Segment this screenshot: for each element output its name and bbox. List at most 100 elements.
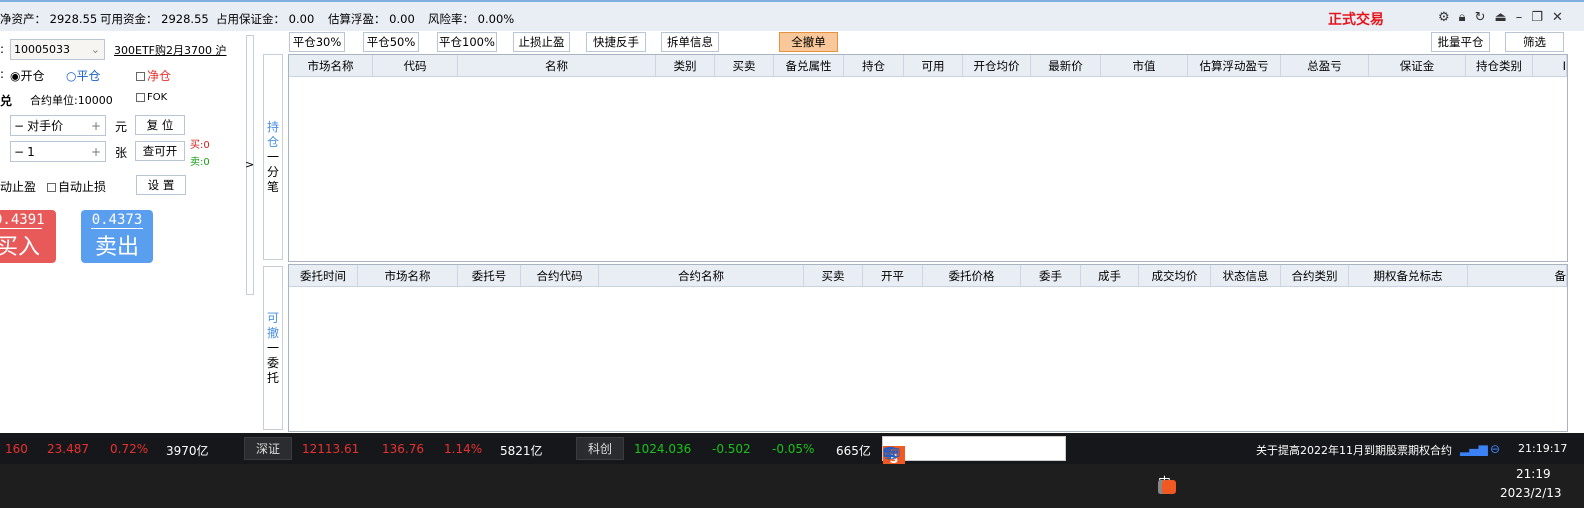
column-header[interactable]: 类别 [656,55,715,76]
system-tray: 中 [1158,474,1176,494]
sh-volume: 3970亿 [166,444,209,458]
column-header[interactable]: 买卖 [715,55,774,76]
split-info-button[interactable]: 拆单信息 [661,32,719,52]
auto-take-profit-checkbox[interactable]: 自动止盈 [0,178,36,195]
settings-button[interactable]: 设 置 [136,175,186,195]
column-header[interactable]: 成交均价 [1139,265,1211,286]
column-header[interactable]: 市值 [1101,55,1188,76]
column-header[interactable]: 市场名称 [358,265,458,286]
news-marquee[interactable]: 关于提高2022年11月到期股票期权合约 [1256,442,1452,458]
sz-percent: 1.14% [444,442,483,456]
kc-percent: -0.05% [772,442,815,456]
clock-time[interactable]: 21:19 [1516,467,1551,481]
close-radio[interactable]: ○平仓 [66,67,101,84]
trading-mode: 正式交易 [1328,12,1384,28]
kc-points: 1024.036 [634,442,692,456]
column-header[interactable]: 代码 [373,55,458,76]
lock-icon[interactable]: 🔒︎ [1459,10,1466,25]
close-icon[interactable]: ✕ [1552,10,1563,25]
column-header[interactable]: 市场名称 [289,55,373,76]
column-header[interactable]: 委手 [1021,265,1081,286]
risk-rate: 风险率： 0.00% [428,12,515,26]
sogou-tray-icon[interactable] [1162,480,1176,494]
contract-code-select[interactable]: 10005033 ⌄ [10,39,105,60]
batch-close-button[interactable]: 批量平仓 [1431,32,1490,52]
column-header[interactable]: 合约代码 [521,265,599,286]
quick-reverse-button[interactable]: 快捷反手 [586,32,646,52]
open-radio[interactable]: ◉开仓 [10,67,45,84]
close-100-button[interactable]: 平仓100% [437,32,497,52]
close-30-button[interactable]: 平仓30% [289,32,345,52]
quantity-stepper[interactable]: −1 + [10,141,106,162]
query-openable-button[interactable]: 查可开 [135,141,185,161]
column-header[interactable]: 可用 [904,55,963,76]
column-header[interactable]: 持仓 [844,55,904,76]
order-panel: : 10005033 ⌄ 300ETF购2月3700 沪 : ◉开仓 ○平仓 净仓… [0,31,245,433]
column-header[interactable]: 备 [1468,265,1567,286]
buy-button[interactable]: 0.4391 买入 [0,210,56,263]
column-header[interactable]: 估算浮动盈亏 [1188,55,1281,76]
gear-icon[interactable]: ⚙ [1438,10,1450,25]
column-header[interactable]: 合约名称 [599,265,804,286]
sh-percent: 0.72% [110,442,149,456]
column-header[interactable]: 期权备兑标志 [1349,265,1468,286]
positions-header: 市场名称 代码 名称 类别 买卖 备兑属性 持仓 可用 开仓均价 最新价 市值 估算浮动盈亏 总盈亏 保证… [289,55,1567,77]
wrench-icon[interactable]: 🔧︎ [883,446,898,460]
kc-change: -0.502 [712,442,751,456]
tab-cancellable-orders[interactable]: 可撤一委托 [263,266,283,430]
clock-date[interactable]: 2023/2/13 [1500,486,1562,500]
net-checkbox[interactable]: 净仓 [136,67,171,84]
column-header[interactable]: 买卖 [804,265,863,286]
sell-button[interactable]: 0.4373 卖出 [81,210,153,263]
column-header[interactable]: 委托号 [458,265,521,286]
eject-icon[interactable]: ⏏ [1494,10,1506,25]
column-header[interactable]: 状态信息 [1211,265,1281,286]
column-header[interactable]: 成手 [1081,265,1139,286]
column-header[interactable]: 名称 [458,55,656,76]
sh-points: 160 [5,442,28,456]
sell-label: 卖出 [94,235,139,260]
column-header[interactable]: 最新价 [1031,55,1101,76]
sell-price: 0.4373 [91,212,143,229]
column-header[interactable]: 合约类别 [1281,265,1349,286]
column-header[interactable]: 保证金 [1369,55,1466,76]
column-header[interactable]: 委托时间 [289,265,358,286]
float-pl: 估算浮盈： 0.00 [328,12,415,26]
kc-volume: 665亿 [836,444,871,458]
column-header[interactable]: 备兑属性 [774,55,844,76]
column-header[interactable]: 持仓类别 [1466,55,1533,76]
column-header[interactable]: I [1533,55,1567,76]
close-50-button[interactable]: 平仓50% [363,32,419,52]
column-header[interactable]: 总盈亏 [1281,55,1369,76]
fok-checkbox[interactable]: FOK [136,92,167,103]
star-index-button[interactable]: 科创 [576,437,624,460]
expand-arrow-icon[interactable]: > [245,158,254,171]
reset-button[interactable]: 复 位 [135,115,185,135]
tab-positions[interactable]: 持仓一分笔 [263,54,283,260]
sz-points: 12113.61 [302,442,360,456]
link-icon[interactable]: ⊖ [1490,442,1500,456]
column-header[interactable]: 开仓均价 [963,55,1031,76]
contract-name-link[interactable]: 300ETF购2月3700 沪 [114,42,226,58]
column-header[interactable]: 委托价格 [923,265,1021,286]
orders-table: 委托时间 市场名称 委托号 合约代码 合约名称 买卖 开平 委托价格 委手 成手 成交均价 状态信息合… [288,264,1568,432]
column-header[interactable]: 开平 [863,265,923,286]
covered-label: 兑 [0,94,13,108]
filter-button[interactable]: 筛选 [1505,32,1564,52]
buy-count: 买:0 [190,140,210,151]
net-assets: 净资产： 2928.55 [0,12,98,26]
ime-toolbar[interactable]: S 中 ☾ °, ⌨ 👤︎ 👕︎ 🔧︎ [882,436,1066,471]
cancel-all-button[interactable]: 全撤单 [779,32,838,52]
restore-icon[interactable]: ❐ [1531,10,1543,25]
price-type-stepper[interactable]: − 对手价 + [10,115,106,136]
refresh-icon[interactable]: ↻ [1475,10,1486,25]
signal-icon: ▂▄▆ [1460,442,1488,456]
account-summary-bar: 净资产： 2928.55 可用资金： 2928.55 占用保证金： 0.00 估… [0,0,1584,31]
szse-index-button[interactable]: 深证 [244,437,292,460]
sh-change: 23.487 [47,442,89,456]
stop-loss-profit-button[interactable]: 止损止盈 [513,32,570,52]
margin-used: 占用保证金： 0.00 [216,12,315,26]
positions-table: 市场名称 代码 名称 类别 买卖 备兑属性 持仓 可用 开仓均价 最新价 市值 估算浮动盈亏 总盈亏 保证… [288,54,1568,262]
auto-stop-loss-checkbox[interactable]: 自动止损 [47,178,106,195]
minimize-icon[interactable]: – [1516,10,1523,25]
